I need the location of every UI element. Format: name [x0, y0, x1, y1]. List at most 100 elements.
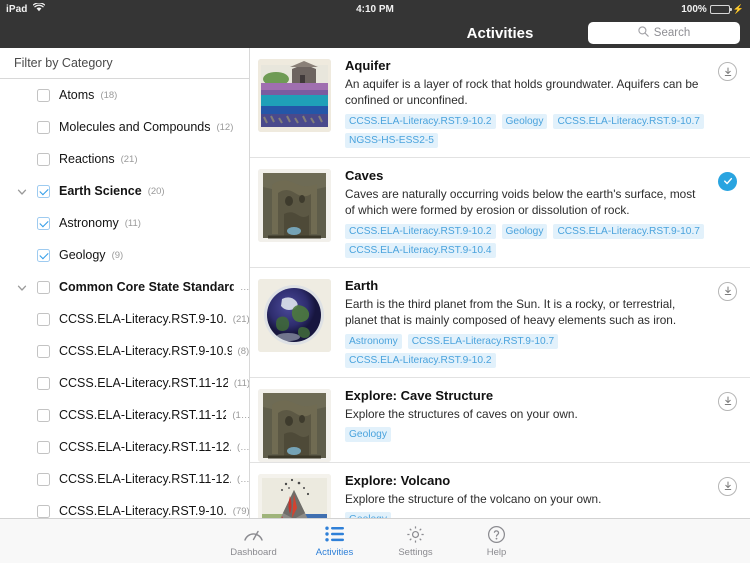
- filter-label: Common Core State Standards: [59, 280, 234, 294]
- battery-percent: 100%: [681, 3, 707, 15]
- activity-tag[interactable]: CCSS.ELA-Literacy.RST.9-10.7: [553, 223, 704, 239]
- tab-label: Help: [486, 547, 507, 558]
- filter-checkbox[interactable]: [37, 440, 50, 454]
- filter-count: (18): [100, 89, 118, 101]
- tab-label: Settings: [398, 547, 433, 558]
- battery-full-icon: [709, 4, 732, 14]
- search-input[interactable]: Search: [588, 22, 740, 44]
- filter-count: (9): [111, 249, 124, 261]
- filter-row[interactable]: Molecules and Compounds (12): [0, 111, 249, 143]
- lightning-bolt-icon: ⚡: [732, 3, 744, 14]
- filter-checkbox[interactable]: [37, 216, 50, 230]
- filter-label: CCSS.ELA-Literacy.RST.9-10.9: [59, 344, 232, 358]
- filter-label: CCSS.ELA-Literacy.RST.11-12.4: [59, 440, 231, 454]
- activity-description: Explore the structure of the volcano on …: [345, 491, 602, 506]
- filter-checkbox[interactable]: [37, 408, 50, 422]
- activity-description: Explore the structures of caves on your …: [345, 406, 578, 421]
- activity-tag[interactable]: CCSS.ELA-Literacy.RST.9-10.7: [407, 333, 559, 349]
- filter-checkbox[interactable]: [37, 344, 50, 358]
- tab-dashboard[interactable]: Dashboard: [213, 524, 294, 558]
- activity-tag[interactable]: CCSS.ELA-Literacy.RST.9-10.2: [345, 113, 496, 129]
- filter-label: CCSS.ELA-Literacy.RST.11-12.2: [59, 472, 231, 486]
- activities-list[interactable]: Aquifer An aquifer is a layer of rock tha…: [250, 48, 750, 518]
- filter-row[interactable]: Geology (9): [0, 239, 249, 271]
- filter-count: (11): [124, 217, 141, 229]
- filter-checkbox[interactable]: [37, 88, 50, 102]
- filter-checkbox[interactable]: [37, 248, 50, 262]
- filter-row[interactable]: CCSS.ELA-Literacy.RST.11-12.4 (…: [0, 431, 249, 463]
- filter-count: (11): [233, 377, 249, 389]
- download-icon[interactable]: [718, 391, 737, 411]
- filter-label: CCSS.ELA-Literacy.RST.11-12.9: [59, 376, 228, 390]
- activity-description: An aquifer is a layer of rock that holds…: [345, 77, 699, 107]
- activity-tag[interactable]: CCSS.ELA-Literacy.RST.9-10.2: [345, 352, 496, 368]
- chevron-down-icon[interactable]: [16, 281, 28, 293]
- activity-tag[interactable]: Geology: [501, 223, 548, 239]
- filter-row[interactable]: CCSS.ELA-Literacy.RST.11-12.2 (…: [0, 463, 249, 495]
- filter-label: Astronomy: [59, 216, 119, 230]
- filter-checkbox[interactable]: [37, 120, 50, 134]
- filter-checkbox[interactable]: [37, 280, 50, 294]
- filter-row[interactable]: Common Core State Standards…: [0, 271, 249, 303]
- download-icon[interactable]: [718, 476, 737, 496]
- activity-card[interactable]: Explore: Volcano Explore the structure of…: [250, 463, 750, 518]
- activity-body: Aquifer An aquifer is a layer of rock tha…: [331, 58, 740, 157]
- filter-checkbox[interactable]: [37, 312, 50, 326]
- tab-help[interactable]: Help: [456, 524, 537, 558]
- tab-activities[interactable]: Activities: [294, 524, 375, 558]
- activity-title: Caves: [345, 167, 384, 183]
- download-icon[interactable]: [718, 281, 737, 301]
- aquifer-thumbnail: [258, 59, 331, 132]
- filter-category-list[interactable]: Atoms (18) Molecules and Compounds (12) Reac…: [0, 79, 249, 518]
- filter-checkbox[interactable]: [37, 504, 50, 518]
- filter-row[interactable]: Earth Science (20): [0, 175, 249, 207]
- filter-checkbox[interactable]: [37, 184, 50, 198]
- activity-action[interactable]: [718, 171, 737, 191]
- activity-card[interactable]: Aquifer An aquifer is a layer of rock tha…: [250, 48, 750, 158]
- activity-card[interactable]: Explore: Cave Structure Explore the struc…: [250, 378, 750, 463]
- activity-tag[interactable]: CCSS.ELA-Literacy.RST.9-10.2: [345, 223, 496, 239]
- volcano-thumbnail: [258, 473, 331, 518]
- gauge-icon: [243, 524, 264, 544]
- filter-row[interactable]: CCSS.ELA-Literacy.RST.9-10.7 (79): [0, 495, 249, 518]
- filter-checkbox[interactable]: [37, 376, 50, 390]
- chevron-down-icon[interactable]: [16, 185, 28, 197]
- filter-row[interactable]: CCSS.ELA-Literacy.RST.11-12.7 (1…: [0, 399, 249, 431]
- status-bar-right: 100% ⚡: [681, 4, 744, 15]
- activity-tag[interactable]: CCSS.ELA-Literacy.RST.9-10.7: [553, 113, 704, 129]
- activity-tag[interactable]: Geology: [345, 512, 391, 518]
- device-name: iPad: [6, 3, 28, 15]
- activity-tag[interactable]: NGSS-HS-ESS2-5: [345, 132, 438, 148]
- download-icon[interactable]: [718, 62, 737, 81]
- filter-row[interactable]: CCSS.ELA-Literacy.RST.11-12.9 (11): [0, 367, 249, 399]
- activity-tag[interactable]: Geology: [345, 427, 391, 443]
- activity-tag[interactable]: CCSS.ELA-Literacy.RST.9-10.4: [345, 242, 496, 258]
- filter-checkbox[interactable]: [37, 472, 50, 486]
- activity-tag[interactable]: Geology: [501, 113, 548, 129]
- status-bar: iPad 4:10 PM 100% ⚡: [0, 0, 750, 18]
- status-bar-clock: 4:10 PM: [356, 3, 394, 15]
- tab-label: Dashboard: [230, 547, 277, 558]
- activity-tag[interactable]: Astronomy: [345, 333, 402, 349]
- filter-label: Atoms: [59, 88, 95, 102]
- activity-action[interactable]: [718, 476, 737, 496]
- tab-bar[interactable]: Dashboard Activities Settings Help: [0, 518, 750, 563]
- activity-action[interactable]: [718, 281, 737, 301]
- tab-settings[interactable]: Settings: [375, 524, 456, 558]
- filter-count: (21): [120, 153, 138, 165]
- downloaded-check-icon[interactable]: [718, 171, 737, 191]
- activity-action[interactable]: [718, 62, 737, 81]
- filter-count: (79): [232, 505, 249, 517]
- filter-row[interactable]: Atoms (18): [0, 79, 249, 111]
- filter-checkbox[interactable]: [37, 152, 50, 166]
- filter-row[interactable]: Astronomy (11): [0, 207, 249, 239]
- filter-count: (12): [216, 121, 234, 133]
- filter-row[interactable]: CCSS.ELA-Literacy.RST.9-10.9 (8): [0, 335, 249, 367]
- gear-icon: [406, 524, 425, 544]
- activity-card[interactable]: Earth Earth is the third planet from the …: [250, 268, 750, 378]
- filter-count: (…: [236, 441, 249, 453]
- filter-row[interactable]: Reactions (21): [0, 143, 249, 175]
- activity-card[interactable]: Caves Caves are naturally occurring voids…: [250, 158, 750, 268]
- activity-action[interactable]: [718, 391, 737, 411]
- filter-row[interactable]: CCSS.ELA-Literacy.RST.9-10.3 (21): [0, 303, 249, 335]
